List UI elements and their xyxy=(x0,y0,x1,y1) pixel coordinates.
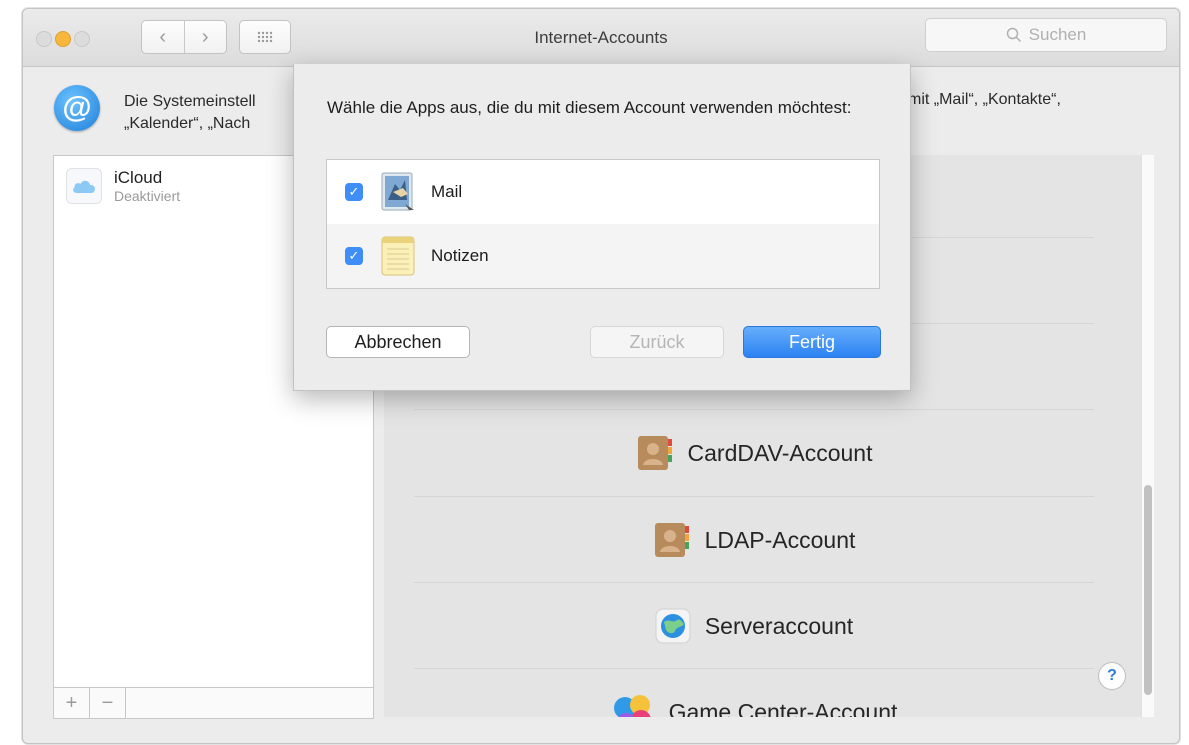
notes-icon xyxy=(379,234,417,278)
app-label: Mail xyxy=(431,182,463,201)
title-bar: ‹ › Internet-Accounts Suchen xyxy=(23,9,1179,67)
app-row-mail[interactable]: ✓ Mail xyxy=(327,160,879,224)
account-row-icloud[interactable]: iCloud Deaktiviert xyxy=(66,168,180,205)
mail-checkbox[interactable]: ✓ xyxy=(345,183,363,201)
service-label: CardDAV-Account xyxy=(687,439,873,466)
account-status: Deaktiviert xyxy=(114,188,181,204)
service-label: LDAP-Account xyxy=(704,526,856,553)
help-button[interactable]: ? xyxy=(1098,662,1126,690)
search-field[interactable]: Suchen xyxy=(925,18,1167,52)
done-button[interactable]: Fertig xyxy=(743,326,881,358)
accounts-list-footer: + − xyxy=(54,687,373,718)
header-line-2: „Kalender“, „Nach xyxy=(124,115,251,132)
game-center-icon xyxy=(611,694,655,717)
service-ldap[interactable]: LDAP-Account xyxy=(414,497,1094,583)
search-icon xyxy=(1006,27,1021,43)
search-placeholder: Suchen xyxy=(1028,25,1087,44)
back-button-disabled[interactable]: Zurück xyxy=(590,326,724,358)
remove-account-button[interactable]: − xyxy=(90,688,126,718)
add-account-button[interactable]: + xyxy=(54,688,90,718)
sheet-message: Wähle die Apps aus, die du mit diesem Ac… xyxy=(327,98,852,117)
app-row-notes[interactable]: ✓ Notizen xyxy=(327,224,879,288)
service-server[interactable]: Serveraccount xyxy=(414,583,1094,669)
header-description: Die Systemeinstell „Kalender“, „Nach xyxy=(124,91,256,135)
app-selection-sheet: Wähle die Apps aus, die du mit diesem Ac… xyxy=(293,64,911,391)
app-label: Notizen xyxy=(431,246,489,265)
scrollbar[interactable] xyxy=(1141,155,1154,717)
header-line-1: Die Systemeinstell xyxy=(124,93,256,110)
cancel-button[interactable]: Abbrechen xyxy=(326,326,470,358)
mail-stamp-icon xyxy=(379,170,417,214)
contacts-book-icon xyxy=(653,522,691,558)
cloud-icon xyxy=(66,168,102,204)
header-description-right: mit „Mail“, „Kontakte“, xyxy=(908,91,1061,108)
at-sign-icon: @ xyxy=(54,85,100,131)
notes-checkbox[interactable]: ✓ xyxy=(345,247,363,265)
service-carddav[interactable]: CardDAV-Account xyxy=(414,410,1094,496)
service-label: Serveraccount xyxy=(704,612,854,639)
scrollbar-thumb[interactable] xyxy=(1144,485,1152,695)
service-game-center[interactable]: Game Center-Account xyxy=(414,669,1094,717)
contacts-book-icon xyxy=(636,435,674,471)
account-name: iCloud xyxy=(114,168,163,187)
globe-icon xyxy=(655,608,691,644)
service-label: Game Center-Account xyxy=(668,698,898,718)
app-list: ✓ Mail ✓ Notizen xyxy=(326,159,880,289)
